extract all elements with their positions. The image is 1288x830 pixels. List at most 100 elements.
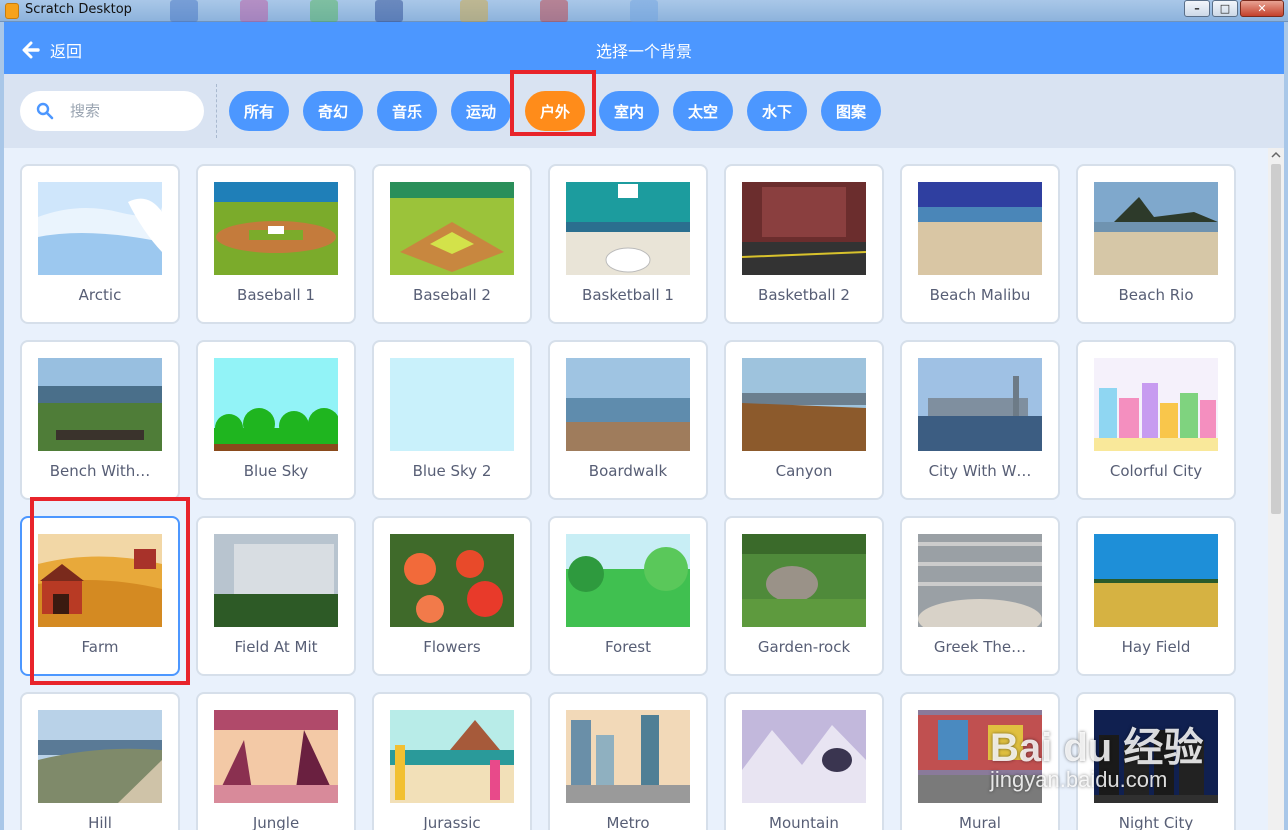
backdrop-thumbnail [1094, 182, 1218, 275]
backdrop-thumbnail [742, 534, 866, 627]
backdrop-name: Forest [604, 638, 652, 656]
backdrop-thumbnail [1094, 710, 1218, 803]
tag-7[interactable]: 水下 [747, 91, 807, 131]
backdrop-name: Metro [606, 814, 650, 830]
backdrop-thumbnail [566, 358, 690, 451]
scratch-app-icon [5, 3, 19, 19]
backdrop-name: Basketball 1 [582, 286, 674, 304]
tag-4[interactable]: 户外 [525, 91, 585, 131]
backdrop-thumbnail [390, 358, 514, 451]
backdrop-card[interactable]: Garden-rock [724, 516, 884, 676]
category-tags: 所有 奇幻 音乐 运动 户外 室内 太空 水下 图案 [229, 91, 881, 131]
search-box [20, 91, 204, 131]
backdrop-thumbnail [566, 182, 690, 275]
backdrop-name: Hay Field [1121, 638, 1191, 656]
backdrop-name: City With W… [928, 462, 1032, 480]
tag-6[interactable]: 太空 [673, 91, 733, 131]
maximize-button[interactable]: □ [1212, 0, 1238, 17]
backdrop-name: Greek The… [933, 638, 1027, 656]
backdrop-card[interactable]: Bench With… [20, 340, 180, 500]
backdrop-name: Baseball 1 [237, 286, 315, 304]
window-title: Scratch Desktop [25, 2, 132, 17]
backdrop-name: Bench With… [49, 462, 151, 480]
tag-1[interactable]: 奇幻 [303, 91, 363, 131]
backdrop-card[interactable]: Mountain [724, 692, 884, 830]
backdrop-card[interactable]: Flowers [372, 516, 532, 676]
backdrop-card[interactable]: Basketball 1 [548, 164, 708, 324]
backdrop-card[interactable]: Basketball 2 [724, 164, 884, 324]
backdrop-card[interactable]: Night City [1076, 692, 1236, 830]
desktop-background-icons [160, 0, 1160, 22]
backdrop-grid: Arctic Baseball 1 Baseball 2 Basketball 1 Ba… [20, 164, 1236, 830]
backdrop-thumbnail [390, 182, 514, 275]
backdrop-thumbnail [742, 710, 866, 803]
backdrop-library: Arctic Baseball 1 Baseball 2 Basketball 1 Ba… [4, 148, 1268, 830]
backdrop-card[interactable]: Baseball 2 [372, 164, 532, 324]
search-icon [36, 102, 54, 120]
backdrop-thumbnail [566, 710, 690, 803]
backdrop-name: Jurassic [423, 814, 481, 830]
backdrop-card[interactable]: Colorful City [1076, 340, 1236, 500]
backdrop-thumbnail [38, 358, 162, 451]
backdrop-card[interactable]: Baseball 1 [196, 164, 356, 324]
minimize-icon: – [1194, 2, 1200, 15]
backdrop-thumbnail [38, 710, 162, 803]
backdrop-card[interactable]: Arctic [20, 164, 180, 324]
backdrop-card[interactable]: Jungle [196, 692, 356, 830]
backdrop-name: Blue Sky [243, 462, 309, 480]
page-title: 选择一个背景 [595, 42, 692, 61]
backdrop-name: Blue Sky 2 [412, 462, 492, 480]
backdrop-card[interactable]: Hay Field [1076, 516, 1236, 676]
backdrop-name: Canyon [775, 462, 833, 480]
minimize-button[interactable]: – [1184, 0, 1210, 17]
backdrop-name: Mountain [769, 814, 839, 830]
tag-0[interactable]: 所有 [229, 91, 289, 131]
backdrop-card[interactable]: Blue Sky 2 [372, 340, 532, 500]
backdrop-card[interactable]: Boardwalk [548, 340, 708, 500]
close-button[interactable]: ✕ [1240, 0, 1284, 17]
backdrop-thumbnail [390, 534, 514, 627]
backdrop-thumbnail [214, 358, 338, 451]
backdrop-name: Jungle [252, 814, 300, 830]
backdrop-name: Basketball 2 [758, 286, 850, 304]
vertical-scrollbar[interactable] [1268, 148, 1284, 830]
backdrop-card[interactable]: Mural [900, 692, 1060, 830]
backdrop-name: Hill [88, 814, 112, 830]
backdrop-thumbnail [918, 534, 1042, 627]
backdrop-name: Baseball 2 [413, 286, 491, 304]
tag-8[interactable]: 图案 [821, 91, 881, 131]
backdrop-card[interactable]: Greek The… [900, 516, 1060, 676]
backdrop-name: Boardwalk [588, 462, 668, 480]
backdrop-card[interactable]: Beach Malibu [900, 164, 1060, 324]
backdrop-card[interactable]: Field At Mit [196, 516, 356, 676]
backdrop-thumbnail [214, 534, 338, 627]
backdrop-name: Beach Rio [1118, 286, 1194, 304]
backdrop-thumbnail [390, 710, 514, 803]
backdrop-name: Farm [81, 638, 119, 656]
backdrop-card[interactable]: Hill [20, 692, 180, 830]
maximize-icon: □ [1219, 2, 1231, 15]
backdrop-name: Arctic [78, 286, 122, 304]
tag-2[interactable]: 音乐 [377, 91, 437, 131]
backdrop-card[interactable]: Farm [20, 516, 180, 676]
backdrop-card[interactable]: Forest [548, 516, 708, 676]
backdrop-name: Garden-rock [757, 638, 851, 656]
filter-bar: 所有奇幻音乐运动户外室内太空水下图案 [4, 74, 1284, 148]
search-input[interactable] [70, 102, 190, 120]
backdrop-card[interactable]: Jurassic [372, 692, 532, 830]
backdrop-card[interactable]: Blue Sky [196, 340, 356, 500]
backdrop-thumbnail [214, 182, 338, 275]
backdrop-card[interactable]: Beach Rio [1076, 164, 1236, 324]
window-title-bar: Scratch Desktop – □ ✕ [0, 0, 1288, 22]
backdrop-thumbnail [918, 358, 1042, 451]
backdrop-name: Field At Mit [234, 638, 318, 656]
library-header: 返回 选择一个背景 [4, 22, 1284, 74]
filter-divider [216, 84, 217, 138]
backdrop-card[interactable]: Canyon [724, 340, 884, 500]
scroll-up-icon[interactable] [1271, 150, 1281, 160]
tag-3[interactable]: 运动 [451, 91, 511, 131]
tag-5[interactable]: 室内 [599, 91, 659, 131]
backdrop-card[interactable]: City With W… [900, 340, 1060, 500]
scrollbar-thumb[interactable] [1271, 164, 1281, 514]
backdrop-card[interactable]: Metro [548, 692, 708, 830]
